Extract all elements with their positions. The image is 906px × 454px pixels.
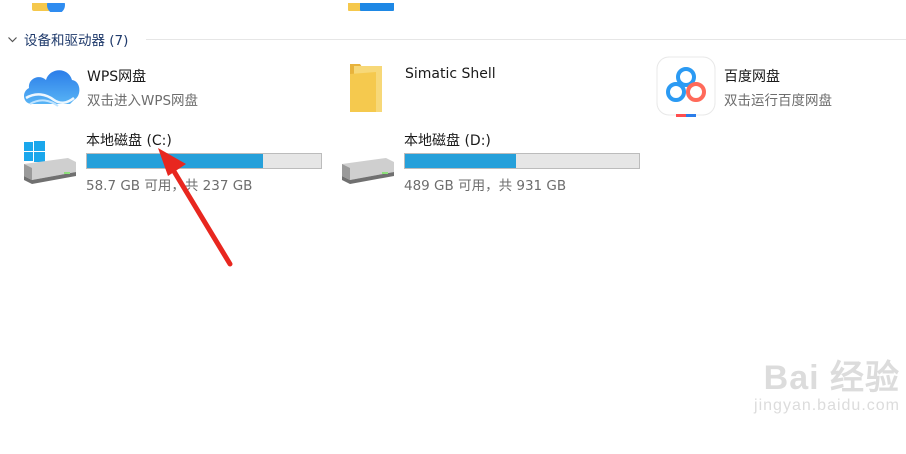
wps-cloud-icon <box>20 62 82 108</box>
drive-d-item[interactable]: 本地磁盘 (D:) 489 GB 可用，共 931 GB <box>338 128 640 194</box>
folder-icon <box>346 62 386 114</box>
hard-drive-icon <box>338 128 398 188</box>
baidu-netdisk-desc: 双击运行百度网盘 <box>724 93 832 109</box>
baidu-jingyan-watermark: Bai 经验 jingyan.baidu.com <box>754 350 900 415</box>
wps-drive-desc: 双击进入WPS网盘 <box>87 93 199 109</box>
baidu-netdisk-name: 百度网盘 <box>724 69 780 85</box>
chevron-down-icon[interactable] <box>6 33 18 45</box>
wps-drive-item[interactable]: WPS网盘 双击进入WPS网盘 <box>20 62 198 109</box>
devices-group-header[interactable]: 设备和驱动器 (7) <box>6 29 128 49</box>
simatic-shell-name: Simatic Shell <box>405 66 496 82</box>
group-divider <box>146 39 906 40</box>
drive-d-usage-fill <box>405 154 517 168</box>
wps-drive-name: WPS网盘 <box>87 69 147 85</box>
watermark-brand: Bai 经验 <box>763 359 900 397</box>
simatic-shell-item[interactable]: Simatic Shell <box>346 62 496 114</box>
windows-drive-icon <box>20 128 80 188</box>
drive-d-usage-text: 489 GB 可用，共 931 GB <box>404 178 567 194</box>
baidu-netdisk-item[interactable]: 百度网盘 双击运行百度网盘 <box>656 56 832 118</box>
group-title: 设备和驱动器 (7) <box>24 33 129 49</box>
folder-icon-partial[interactable] <box>348 0 396 12</box>
drive-d-usage-bar <box>404 153 640 169</box>
red-arrow-annotation <box>158 148 233 267</box>
drive-d-name: 本地磁盘 (D:) <box>404 133 491 149</box>
watermark-url: jingyan.baidu.com <box>754 397 900 414</box>
folder-icon-partial[interactable] <box>30 0 70 12</box>
baidu-netdisk-icon <box>656 56 716 118</box>
